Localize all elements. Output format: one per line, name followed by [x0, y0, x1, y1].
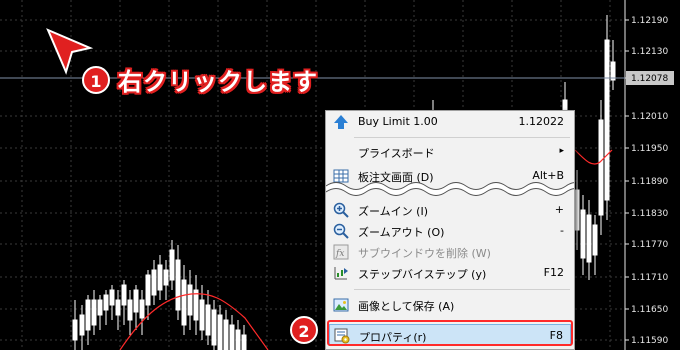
price-tick-label: 1.11890 — [631, 177, 668, 187]
candle-body — [181, 279, 187, 326]
svg-text:fx: fx — [335, 249, 344, 259]
candle-body — [580, 209, 586, 259]
price-tick-label: 1.11590 — [631, 336, 668, 346]
candle-body — [604, 39, 610, 201]
step-2-badge: 2 — [290, 316, 318, 344]
candle-body — [91, 299, 97, 326]
step-1-badge: 1 — [82, 66, 110, 94]
menu-cut-wave — [326, 182, 574, 196]
step-icon — [334, 267, 348, 280]
candle-body — [85, 299, 91, 331]
menu-item-shortcut: + — [554, 203, 564, 216]
candle-body — [121, 284, 127, 306]
menu-item-label: サブウインドウを削除 (W) — [358, 247, 491, 260]
image-icon — [333, 298, 349, 312]
candle-body — [235, 329, 241, 350]
menu-item-shortcut: F12 — [543, 266, 564, 279]
menu-item-label: ズームアウト (O) — [358, 226, 445, 239]
step-1-caption: 右クリックします — [118, 68, 318, 96]
candle-body — [205, 304, 211, 336]
candle-body — [133, 289, 139, 313]
menu-separator — [354, 137, 570, 138]
menu-item-step-by-step[interactable]: ステップバイステップ (y) F12 — [326, 262, 574, 284]
candle-body — [163, 269, 169, 286]
candle-body — [223, 319, 229, 350]
price-tick-label: 1.12010 — [631, 112, 668, 122]
price-axis: 1.12190 1.12130 1.12078 1.12010 1.11950 1.118… — [625, 16, 674, 346]
price-tick-label: 1.11770 — [631, 240, 668, 250]
candle-body — [229, 324, 235, 350]
candle-body — [145, 274, 151, 306]
menu-item-save-image[interactable]: 画像として保存 (A) — [326, 294, 574, 316]
candle-body — [169, 249, 175, 281]
candle-body — [217, 314, 223, 350]
menu-item-zoom-out[interactable]: ズームアウト (O) - — [326, 220, 574, 242]
menu-item-buy-limit[interactable]: Buy Limit 1.00 1.12022 — [326, 111, 574, 133]
candle-body — [115, 299, 121, 316]
candle-body — [193, 289, 199, 321]
candle-body — [175, 259, 181, 311]
price-tick-label: 1.11950 — [631, 144, 668, 154]
properties-highlight-frame — [327, 320, 573, 346]
candle-body — [586, 214, 592, 263]
candle-body — [592, 224, 598, 256]
menu-item-zoom-in[interactable]: ズームイン (I) + — [326, 199, 574, 221]
candle-body — [79, 314, 85, 336]
candle-body — [139, 299, 145, 319]
zoom-out-icon — [333, 223, 349, 239]
menu-item-price-board[interactable]: プライスボード ▸ — [326, 141, 574, 163]
context-menu[interactable]: Buy Limit 1.00 1.12022 プライスボード ▸ 板注文画面 (… — [325, 110, 575, 350]
submenu-arrow-icon: ▸ — [559, 146, 564, 156]
candle-body — [610, 61, 616, 81]
menu-item-delete-subwindow: fx サブウインドウを削除 (W) — [326, 241, 574, 263]
price-tick-label: 1.11650 — [631, 305, 668, 315]
candle-body — [103, 294, 109, 311]
candle-body — [72, 319, 78, 341]
up-arrow-icon — [334, 115, 348, 129]
candle-body — [199, 299, 205, 331]
price-tick-label: 1.11830 — [631, 209, 668, 219]
menu-separator — [354, 289, 570, 290]
zoom-in-icon — [333, 202, 349, 218]
menu-item-label: ズームイン (I) — [358, 205, 428, 218]
menu-item-label: ステップバイステップ (y) — [358, 268, 487, 281]
candle-body — [151, 269, 157, 296]
candle-body — [598, 119, 604, 216]
candle-body — [109, 289, 115, 306]
candle-body — [574, 189, 580, 231]
current-price-label: 1.12078 — [631, 74, 668, 84]
candle-body — [241, 334, 247, 350]
candle-body — [211, 309, 217, 346]
menu-item-shortcut: Alt+B — [532, 169, 564, 182]
candle-body — [97, 299, 103, 316]
candle-body — [187, 284, 193, 316]
menu-item-shortcut: - — [560, 224, 564, 237]
fx-icon: fx — [333, 244, 349, 260]
menu-item-shortcut: 1.12022 — [518, 115, 565, 128]
price-tick-label: 1.12130 — [631, 47, 668, 57]
candle-body — [127, 299, 133, 321]
menu-item-label: 画像として保存 (A) — [358, 300, 455, 313]
price-tick-label: 1.12190 — [631, 16, 668, 26]
menu-item-label: Buy Limit 1.00 — [358, 115, 438, 128]
candle-body — [157, 264, 163, 291]
chart-window[interactable]: 1.12190 1.12130 1.12078 1.12010 1.11950 1.118… — [0, 0, 680, 350]
menu-item-label: プライスボード — [358, 147, 435, 160]
price-tick-label: 1.11710 — [631, 273, 668, 283]
